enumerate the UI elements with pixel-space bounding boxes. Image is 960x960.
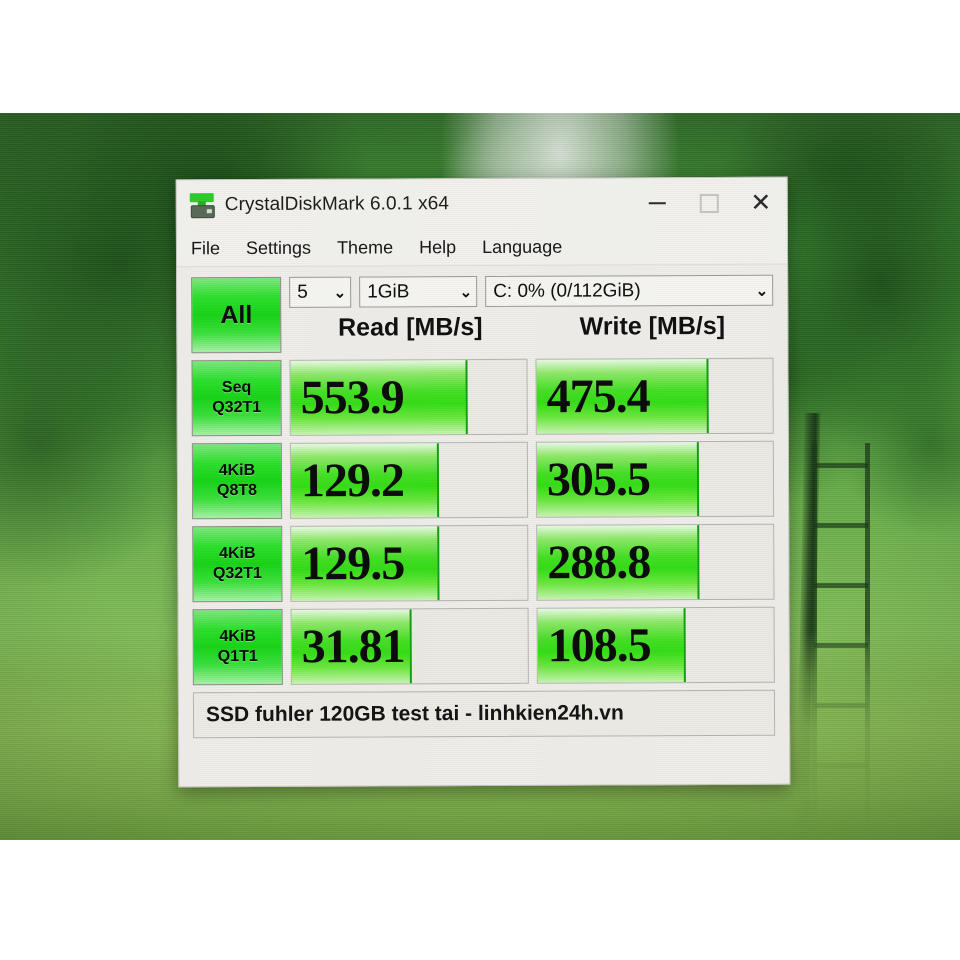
- read-result-cell: 129.5: [290, 524, 529, 602]
- test-label-seq-q32t1[interactable]: Seq Q32T1: [191, 359, 282, 437]
- menu-item-help[interactable]: Help: [419, 237, 456, 258]
- toolbar-right-stack: 5 ⌄ 1GiB ⌄ C: 0% (0/112GiB) ⌄ Read [MB/s…: [289, 274, 774, 343]
- write-result-cell: 108.5: [536, 606, 775, 684]
- test-label-line2: Q1T1: [217, 647, 258, 666]
- column-headers: Read [MB/s] Write [MB/s]: [289, 312, 773, 343]
- close-icon: ✕: [750, 188, 772, 217]
- write-result-cell: 305.5: [535, 440, 775, 518]
- read-result-cell: 129.2: [289, 441, 529, 519]
- window-title: CrystalDiskMark 6.0.1 x64: [224, 193, 450, 216]
- results-table: Seq Q32T1 553.9 475.4 4KiB Q8T8 129.2 30…: [191, 357, 775, 686]
- table-row: 4KiB Q8T8 129.2 305.5: [191, 440, 775, 520]
- menu-item-file[interactable]: File: [191, 238, 220, 259]
- read-result-cell: 31.81: [290, 607, 529, 685]
- test-label-line1: Seq: [221, 379, 252, 397]
- test-label-line2: Q32T1: [212, 398, 262, 417]
- test-label-line2: Q32T1: [212, 564, 262, 583]
- read-value: 553.9: [300, 370, 404, 425]
- app-body: All 5 ⌄ 1GiB ⌄ C: 0% (0/112GiB) ⌄ Read […: [177, 264, 790, 739]
- test-label-4kib-q8t8[interactable]: 4KiB Q8T8: [191, 442, 283, 520]
- write-value: 475.4: [546, 369, 650, 424]
- menu-item-theme[interactable]: Theme: [337, 237, 393, 258]
- table-row: 4KiB Q1T1 31.81 108.5: [192, 606, 775, 686]
- table-row: Seq Q32T1 553.9 475.4: [191, 357, 774, 437]
- comment-field[interactable]: SSD fuhler 120GB test tai - linhkien24h.…: [192, 689, 776, 739]
- test-label-4kib-q1t1[interactable]: 4KiB Q1T1: [192, 608, 283, 686]
- menu-item-language[interactable]: Language: [482, 236, 562, 257]
- chevron-down-icon: ⌄: [459, 283, 473, 301]
- test-size-value: 1GiB: [367, 280, 410, 303]
- write-column-header: Write [MB/s]: [579, 311, 726, 341]
- chevron-down-icon: ⌄: [755, 282, 769, 300]
- screenshot-stage: CrystalDiskMark 6.0.1 x64 ✕ File Setting…: [0, 0, 960, 960]
- title-bar[interactable]: CrystalDiskMark 6.0.1 x64 ✕: [176, 177, 787, 231]
- crystaldiskmark-window: CrystalDiskMark 6.0.1 x64 ✕ File Setting…: [175, 176, 791, 788]
- menu-bar: File Settings Theme Help Language: [176, 227, 788, 268]
- run-all-button[interactable]: All: [191, 276, 282, 354]
- test-label-4kib-q32t1[interactable]: 4KiB Q32T1: [192, 525, 283, 603]
- disk-drive-icon: [189, 193, 215, 219]
- test-size-select[interactable]: 1GiB ⌄: [359, 276, 478, 308]
- read-result-cell: 553.9: [289, 358, 528, 436]
- maximize-icon: [699, 193, 719, 213]
- minimize-button[interactable]: [631, 178, 683, 228]
- write-result-cell: 475.4: [535, 357, 774, 435]
- test-label-line1: 4KiB: [219, 544, 256, 563]
- test-label-line1: 4KiB: [219, 627, 256, 646]
- run-count-select[interactable]: 5 ⌄: [289, 276, 352, 308]
- test-label-line2: Q8T8: [216, 481, 258, 500]
- minimize-icon: [648, 202, 666, 205]
- close-button[interactable]: ✕: [735, 178, 787, 228]
- target-drive-select[interactable]: C: 0% (0/112GiB) ⌄: [485, 274, 774, 307]
- run-count-value: 5: [297, 281, 308, 303]
- write-value: 305.5: [546, 452, 651, 507]
- write-result-cell: 288.8: [536, 523, 775, 601]
- test-label-line1: 4KiB: [218, 461, 256, 480]
- target-drive-value: C: 0% (0/112GiB): [493, 279, 641, 302]
- read-column-header: Read [MB/s]: [338, 313, 483, 342]
- write-value: 288.8: [547, 535, 651, 590]
- toolbar-combo-row: 5 ⌄ 1GiB ⌄ C: 0% (0/112GiB) ⌄: [289, 274, 774, 308]
- write-value: 108.5: [547, 618, 651, 673]
- maximize-button[interactable]: [683, 178, 735, 228]
- read-value: 129.2: [300, 453, 405, 508]
- table-row: 4KiB Q32T1 129.5 288.8: [192, 523, 775, 603]
- read-value: 31.81: [301, 619, 405, 674]
- window-controls: ✕: [631, 178, 787, 229]
- menu-item-settings[interactable]: Settings: [246, 237, 311, 258]
- toolbar: All 5 ⌄ 1GiB ⌄ C: 0% (0/112GiB) ⌄ Read […: [191, 274, 774, 354]
- read-value: 129.5: [301, 536, 405, 591]
- chevron-down-icon: ⌄: [333, 284, 347, 302]
